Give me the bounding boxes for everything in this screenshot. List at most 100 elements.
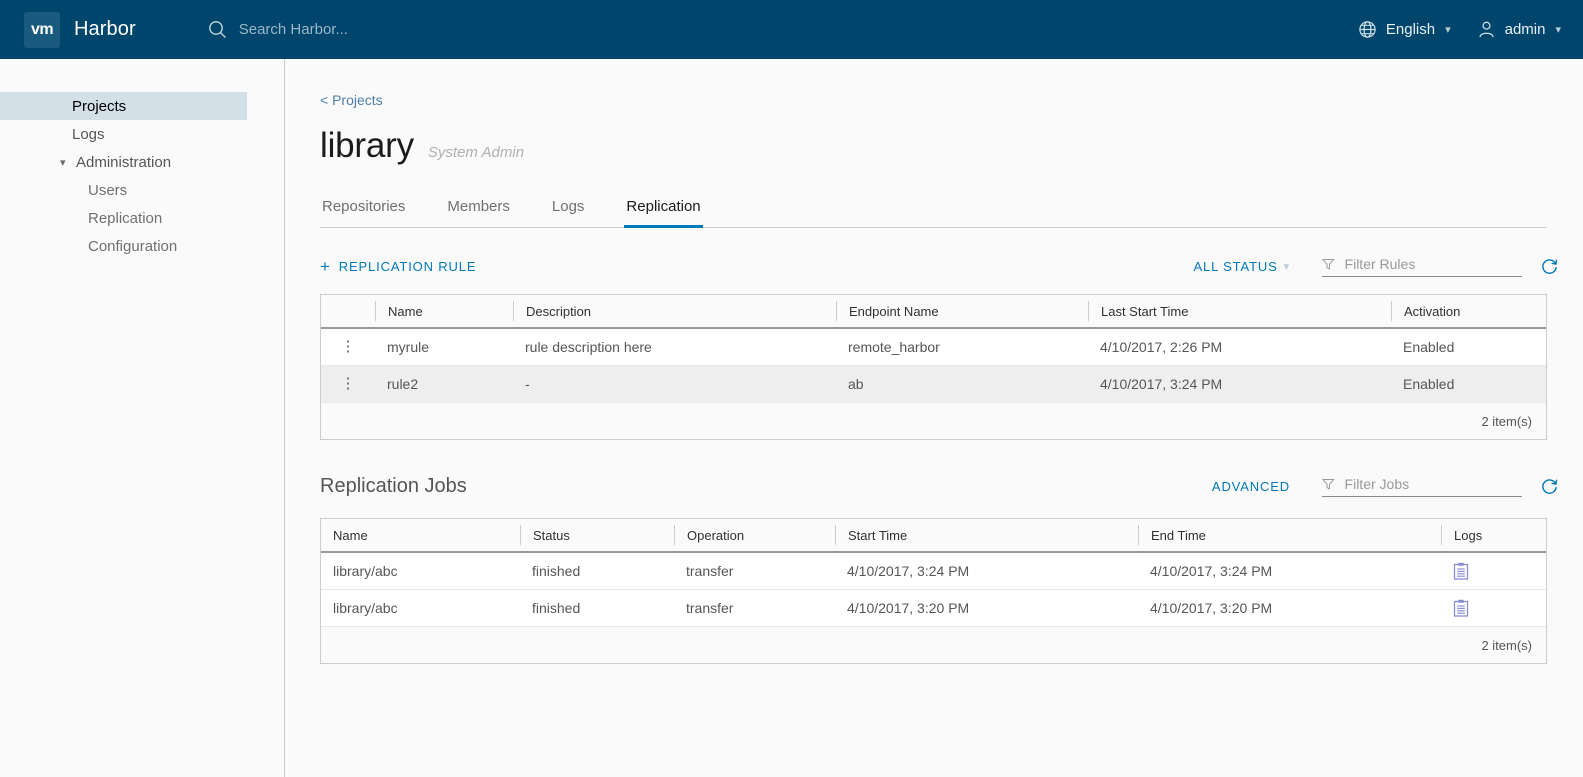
clipboard-logs-icon[interactable] <box>1453 562 1469 580</box>
app-header: vm Harbor English ▾ adm <box>0 0 1583 59</box>
tab-label: Repositories <box>322 198 406 215</box>
funnel-icon <box>1322 259 1335 270</box>
cell-operation: transfer <box>686 600 734 616</box>
user-label: admin <box>1504 21 1546 38</box>
funnel-icon <box>1322 479 1335 490</box>
tab-label: Replication <box>626 198 701 215</box>
rules-item-count: 2 item(s) <box>1481 413 1532 429</box>
jobs-section-bar: Replication Jobs ADVANCED <box>320 454 1559 518</box>
jobs-filter-group: ADVANCED <box>1212 475 1559 497</box>
new-replication-rule-button[interactable]: + REPLICATION RULE <box>320 252 486 281</box>
sidebar-item-users[interactable]: Users <box>0 176 247 204</box>
cell-logs[interactable] <box>1441 562 1546 580</box>
column-header-endpoint-name: Endpoint Name <box>836 301 1088 321</box>
filter-jobs-box[interactable] <box>1322 475 1522 497</box>
cell-start-time: 4/10/2017, 3:24 PM <box>847 563 970 579</box>
refresh-icon <box>1542 258 1558 274</box>
sidebar-item-configuration[interactable]: Configuration <box>0 232 247 260</box>
cell-last-start-time: 4/10/2017, 3:24 PM <box>1100 376 1223 392</box>
cell-activation: Enabled <box>1403 339 1455 355</box>
globe-icon <box>1359 21 1376 38</box>
kebab-menu-icon[interactable]: ⋮ <box>333 339 363 354</box>
replication-jobs-table: Name Status Operation Start Time End Tim… <box>320 518 1547 664</box>
sidebar-nav: Projects Logs ▾ Administration Users Rep… <box>0 59 285 777</box>
body-split: Projects Logs ▾ Administration Users Rep… <box>0 59 1583 777</box>
breadcrumb-projects-link[interactable]: < Projects <box>320 92 1559 108</box>
column-header-operation: Operation <box>674 525 835 545</box>
tab-repositories[interactable]: Repositories <box>320 192 407 228</box>
tab-logs[interactable]: Logs <box>550 192 587 228</box>
cell-last-start-time: 4/10/2017, 2:26 PM <box>1100 339 1223 355</box>
sidebar-item-logs[interactable]: Logs <box>0 120 247 148</box>
tab-replication[interactable]: Replication <box>624 192 703 228</box>
chevron-down-icon: ▾ <box>1445 24 1451 36</box>
plus-icon: + <box>320 256 331 276</box>
cell-name: library/abc <box>333 600 398 616</box>
user-menu[interactable]: admin ▾ <box>1477 20 1561 39</box>
search-input[interactable] <box>236 20 537 39</box>
cell-end-time: 4/10/2017, 3:24 PM <box>1150 563 1273 579</box>
new-replication-rule-label: REPLICATION RULE <box>338 258 477 274</box>
search-area[interactable] <box>208 20 537 39</box>
column-header-status: Status <box>520 525 674 545</box>
replication-rules-table: Name Description Endpoint Name Last Star… <box>320 294 1547 440</box>
filter-rules-input[interactable] <box>1342 255 1522 273</box>
row-actions-cell[interactable]: ⋮ <box>321 339 375 354</box>
sidebar-item-projects[interactable]: Projects <box>0 92 247 120</box>
rules-table-footer: 2 item(s) <box>321 403 1546 439</box>
table-row[interactable]: library/abc finished transfer 4/10/2017,… <box>321 590 1546 627</box>
cell-name: myrule <box>387 339 430 355</box>
all-status-label: ALL STATUS <box>1193 258 1278 274</box>
tab-label: Members <box>447 198 510 215</box>
search-icon <box>208 21 226 39</box>
rules-table-header: Name Description Endpoint Name Last Star… <box>321 295 1546 329</box>
cell-endpoint-name: ab <box>848 376 864 392</box>
language-selector[interactable]: English ▾ <box>1358 20 1451 39</box>
all-status-dropdown[interactable]: ALL STATUS ▾ <box>1194 259 1291 274</box>
tab-label: Logs <box>551 198 585 215</box>
column-header-start-time: Start Time <box>835 525 1138 545</box>
cell-activation: Enabled <box>1403 376 1455 392</box>
advanced-filter-button[interactable]: ADVANCED <box>1212 479 1290 494</box>
cell-description: - <box>525 376 530 392</box>
column-header-end-time: End Time <box>1138 525 1441 545</box>
project-tabs: Repositories Members Logs Replication <box>320 192 1547 228</box>
rules-filter-group: ALL STATUS ▾ <box>1194 255 1560 277</box>
sidebar-item-label: Configuration <box>88 237 178 255</box>
column-header-name: Name <box>375 301 513 321</box>
column-header-description: Description <box>513 301 836 321</box>
cell-logs[interactable] <box>1441 599 1546 617</box>
page-role-label: System Admin <box>427 144 525 161</box>
column-header-name: Name <box>333 527 368 543</box>
cell-end-time: 4/10/2017, 3:20 PM <box>1150 600 1273 616</box>
table-row[interactable]: ⋮ rule2 - ab 4/10/2017, 3:24 PM Enabled <box>321 366 1546 403</box>
page-title: library <box>320 126 414 165</box>
filter-jobs-input[interactable] <box>1342 475 1522 493</box>
rules-action-bar: + REPLICATION RULE ALL STATUS ▾ <box>320 238 1559 294</box>
header-right-actions: English ▾ admin ▾ <box>1358 0 1561 59</box>
jobs-table-header: Name Status Operation Start Time End Tim… <box>321 519 1546 553</box>
cell-name: library/abc <box>333 563 398 579</box>
cell-status: finished <box>532 563 581 579</box>
sidebar-item-replication[interactable]: Replication <box>0 204 247 232</box>
table-row[interactable]: library/abc finished transfer 4/10/2017,… <box>321 553 1546 590</box>
refresh-rules-button[interactable] <box>1540 257 1559 276</box>
filter-rules-box[interactable] <box>1322 255 1522 277</box>
brand-block[interactable]: vm Harbor <box>24 11 136 48</box>
sidebar-item-label: Users <box>88 181 128 199</box>
tab-members[interactable]: Members <box>445 192 512 228</box>
refresh-jobs-button[interactable] <box>1540 477 1559 496</box>
clipboard-logs-icon[interactable] <box>1453 599 1469 617</box>
cell-status: finished <box>532 600 581 616</box>
kebab-menu-icon[interactable]: ⋮ <box>333 376 363 391</box>
row-actions-cell[interactable]: ⋮ <box>321 376 375 391</box>
sidebar-item-label: Projects <box>72 97 127 115</box>
advanced-label: ADVANCED <box>1211 478 1290 494</box>
cell-description: rule description here <box>525 339 652 355</box>
sidebar-item-label: Replication <box>88 209 163 227</box>
sidebar-item-label: Logs <box>72 125 105 143</box>
sidebar-group-administration[interactable]: ▾ Administration <box>0 148 284 176</box>
cell-endpoint-name: remote_harbor <box>848 339 940 355</box>
jobs-table-footer: 2 item(s) <box>321 627 1546 663</box>
table-row[interactable]: ⋮ myrule rule description here remote_ha… <box>321 329 1546 366</box>
